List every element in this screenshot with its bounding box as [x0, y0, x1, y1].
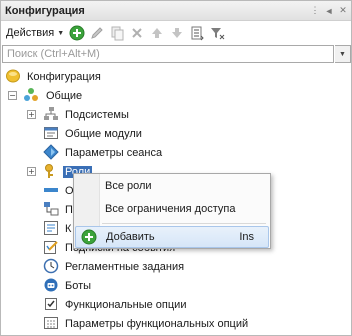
add-icon — [81, 229, 97, 245]
tree-item-common[interactable]: − Общие — [1, 86, 351, 105]
common-modules-icon — [43, 125, 59, 141]
structure-icon — [43, 201, 59, 217]
menu-item-label: Добавить — [106, 231, 155, 243]
chevron-down-icon: ▼ — [339, 50, 346, 58]
bar-icon — [43, 182, 59, 198]
chevron-down-icon: ▼ — [57, 29, 65, 37]
options-icon[interactable]: ⋮ — [309, 4, 321, 18]
expand-icon[interactable]: + — [27, 167, 36, 176]
search-dropdown-button[interactable]: ▼ — [335, 45, 351, 63]
move-down-icon[interactable] — [167, 23, 187, 43]
menu-item-label: Все роли — [105, 180, 152, 192]
tree-item-label: Подсистемы — [65, 108, 129, 121]
session-params-icon — [43, 144, 59, 160]
menu-item-shortcut: Ins — [239, 231, 254, 243]
command-icon — [43, 220, 59, 236]
context-menu: Все роли Все ограничения доступа Добавит… — [73, 173, 271, 249]
tree-item-common-modules[interactable]: Общие модули — [1, 124, 351, 143]
bots-icon — [43, 277, 59, 293]
event-subscriptions-icon — [43, 239, 59, 255]
add-icon[interactable] — [67, 23, 87, 43]
tree-item-configuration[interactable]: Конфигурация — [1, 67, 351, 86]
tree-item-label: Функциональные опции — [65, 298, 187, 311]
tree-item-label: Боты — [65, 279, 92, 292]
window-title: Конфигурация — [5, 4, 85, 17]
scheduled-jobs-icon — [43, 258, 59, 274]
expand-icon[interactable]: + — [27, 110, 36, 119]
list-icon[interactable] — [187, 23, 207, 43]
menu-separator — [102, 223, 266, 224]
edit-icon[interactable] — [87, 23, 107, 43]
search-input[interactable] — [2, 45, 334, 63]
roles-icon — [43, 163, 59, 179]
tree-item-session-params[interactable]: Параметры сеанса — [1, 143, 351, 162]
tree-item-functional-options[interactable]: Функциональные опции — [1, 295, 351, 314]
subsystems-icon — [43, 106, 59, 122]
tree-item-scheduled-jobs[interactable]: Регламентные задания — [1, 257, 351, 276]
functional-options-icon — [43, 296, 59, 312]
functional-option-params-icon — [43, 315, 59, 331]
tree-item-label: Общие — [46, 89, 83, 102]
tree-item-functional-option-params[interactable]: Параметры функциональных опций — [1, 314, 351, 333]
configuration-window: Конфигурация ⋮ ◄ ✕ Действия ▼ Поиск (Ctr… — [0, 0, 352, 336]
common-icon — [23, 87, 39, 103]
move-up-icon[interactable] — [147, 23, 167, 43]
actions-menu-button[interactable]: Действия ▼ — [3, 24, 67, 42]
tree-item-label: Конфигурация — [27, 70, 101, 83]
tree-item-bots[interactable]: Боты — [1, 276, 351, 295]
close-icon[interactable]: ✕ — [337, 4, 349, 18]
tree-item-label: Общие модули — [65, 127, 142, 140]
actions-label: Действия — [6, 27, 55, 39]
collapse-icon[interactable]: − — [8, 91, 17, 100]
configuration-icon — [5, 68, 21, 84]
title-bar: Конфигурация ⋮ ◄ ✕ — [1, 1, 351, 21]
filter-icon[interactable] — [207, 23, 227, 43]
pin-icon[interactable]: ◄ — [323, 4, 335, 18]
menu-item-all-roles[interactable]: Все роли — [74, 175, 270, 197]
copy-icon[interactable] — [107, 23, 127, 43]
menu-item-all-access-restrictions[interactable]: Все ограничения доступа — [74, 198, 270, 220]
toolbar: Действия ▼ — [1, 22, 351, 44]
menu-item-add[interactable]: Добавить Ins — [75, 226, 269, 248]
tree-item-label: Параметры функциональных опций — [65, 317, 249, 330]
tree-item-subsystems[interactable]: + Подсистемы — [1, 105, 351, 124]
tree-item-label: Параметры сеанса — [65, 146, 163, 159]
menu-item-label: Все ограничения доступа — [105, 203, 236, 215]
tree-item-label: Регламентные задания — [65, 260, 185, 273]
delete-icon[interactable] — [127, 23, 147, 43]
